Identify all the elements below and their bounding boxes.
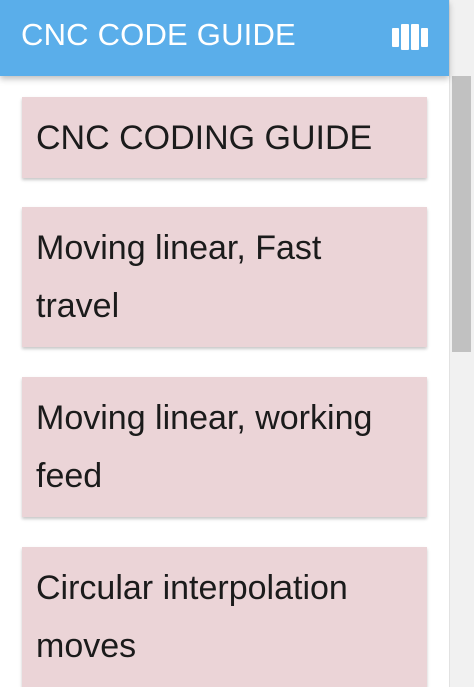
guide-list: CNC CODING GUIDE Moving linear, Fast tra… [0,76,449,687]
list-item[interactable]: Moving linear, Fast travel [22,207,427,347]
list-item[interactable]: Circular interpolation moves [22,547,427,687]
scrollbar-thumb[interactable] [452,76,471,352]
app-title: CNC CODE GUIDE [21,17,296,52]
list-item-label: Moving linear, working feed [36,399,373,495]
list-item[interactable]: CNC CODING GUIDE [22,97,427,178]
book-open-icon[interactable] [391,22,429,52]
list-item-label: Circular interpolation moves [36,569,348,665]
list-item[interactable]: Moving linear, working feed [22,377,427,517]
list-item-label: Moving linear, Fast travel [36,229,322,325]
app-bar: CNC CODE GUIDE [0,0,449,76]
list-item-label: CNC CODING GUIDE [36,118,373,157]
